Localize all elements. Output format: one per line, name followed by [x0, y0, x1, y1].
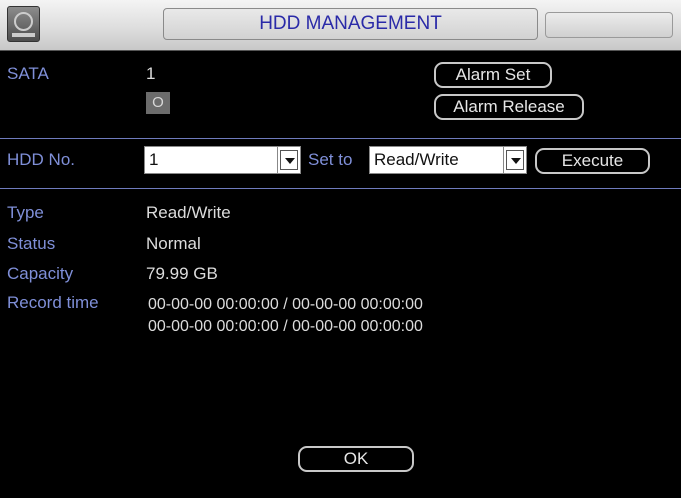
hdd-no-label: HDD No.: [7, 150, 76, 169]
mode-select[interactable]: Read/Write: [369, 146, 527, 174]
sata-indicator[interactable]: O: [146, 92, 170, 114]
hdd-no-select[interactable]: 1: [144, 146, 301, 174]
mode-separator: [503, 147, 504, 173]
capacity-value: 79.99 GB: [146, 264, 218, 283]
sata-label: SATA: [7, 64, 49, 83]
capacity-label: Capacity: [7, 264, 74, 283]
window-title: HDD MANAGEMENT: [259, 13, 442, 34]
record-time-line-2: 00-00-00 00:00:00 / 00-00-00 00:00:00: [148, 318, 423, 335]
alarm-release-button[interactable]: Alarm Release: [434, 94, 584, 120]
hdd-no-value: 1: [149, 150, 159, 169]
chevron-down-icon[interactable]: [280, 150, 298, 170]
status-label: Status: [7, 234, 56, 253]
type-value: Read/Write: [146, 203, 231, 222]
chevron-down-icon[interactable]: [506, 150, 524, 170]
execute-button[interactable]: Execute: [535, 148, 650, 174]
hdd-no-separator: [277, 147, 278, 173]
record-time-line-1: 00-00-00 00:00:00 / 00-00-00 00:00:00: [148, 296, 423, 313]
hdd-icon-disk: [14, 12, 33, 31]
set-to-label: Set to: [308, 150, 353, 169]
type-label: Type: [7, 203, 44, 222]
hdd-icon: [7, 6, 40, 42]
status-value: Normal: [146, 234, 201, 253]
title-right-pill: [545, 12, 673, 38]
record-time-label: Record time: [7, 293, 99, 312]
alarm-set-button[interactable]: Alarm Set: [434, 62, 552, 88]
sata-number: 1: [146, 64, 156, 83]
ok-button[interactable]: OK: [298, 446, 414, 472]
hdd-icon-bar: [12, 33, 35, 37]
mode-value: Read/Write: [374, 150, 459, 169]
title-bar: HDD MANAGEMENT: [0, 0, 681, 51]
hdd-management-window: HDD MANAGEMENT SATA 1 O Alarm Set Alarm …: [0, 0, 681, 498]
divider-top: [0, 138, 681, 139]
divider-bottom: [0, 188, 681, 189]
